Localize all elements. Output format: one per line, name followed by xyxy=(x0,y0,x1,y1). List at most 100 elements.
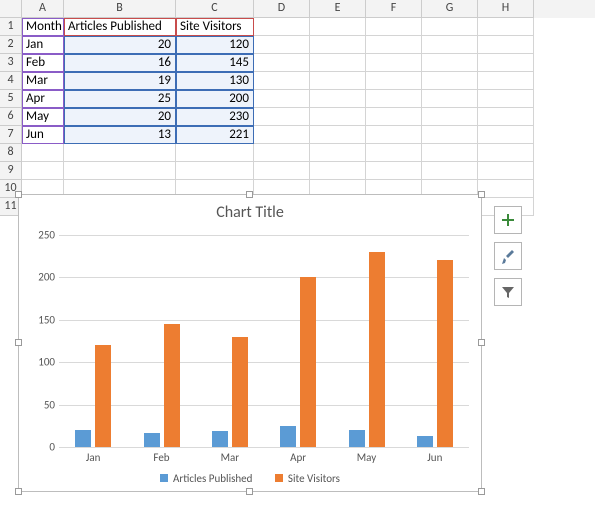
cell-articles[interactable]: 20 xyxy=(64,108,176,126)
cell[interactable] xyxy=(366,90,422,108)
cell[interactable] xyxy=(366,144,422,162)
cell[interactable] xyxy=(422,90,478,108)
row-header[interactable]: 4 xyxy=(0,72,22,90)
cell[interactable] xyxy=(478,72,534,90)
cell[interactable] xyxy=(366,72,422,90)
cell-visitors[interactable]: 230 xyxy=(176,108,254,126)
bar-series1[interactable] xyxy=(280,426,296,447)
cell[interactable] xyxy=(254,108,310,126)
legend-item-2[interactable]: Site Visitors xyxy=(275,472,340,485)
row-header-1[interactable]: 1 xyxy=(0,18,22,36)
col-header-f[interactable]: F xyxy=(366,0,422,18)
cell[interactable] xyxy=(254,126,310,144)
cell[interactable] xyxy=(254,36,310,54)
cell[interactable] xyxy=(254,162,310,180)
cell[interactable] xyxy=(176,162,254,180)
row-header[interactable]: 3 xyxy=(0,54,22,72)
bar-series1[interactable] xyxy=(212,431,228,447)
cell[interactable] xyxy=(366,108,422,126)
col-header-d[interactable]: D xyxy=(254,0,310,18)
row-header[interactable]: 6 xyxy=(0,108,22,126)
bar-series1[interactable] xyxy=(75,430,91,447)
cell[interactable] xyxy=(310,126,366,144)
row-header[interactable]: 7 xyxy=(0,126,22,144)
cell-month[interactable]: Mar xyxy=(22,72,64,90)
col-header-g[interactable]: G xyxy=(422,0,478,18)
chart-object[interactable]: Chart Title 050100150200250 JanFebMarApr… xyxy=(18,194,482,492)
cell-month[interactable]: Jan xyxy=(22,36,64,54)
cell-month-header[interactable]: Month xyxy=(22,18,64,36)
cell-month[interactable]: Jun xyxy=(22,126,64,144)
cell-visitors-header[interactable]: Site Visitors xyxy=(176,18,254,36)
cell[interactable] xyxy=(478,18,534,36)
cell[interactable] xyxy=(478,180,534,198)
row-header[interactable]: 8 xyxy=(0,144,22,162)
cell[interactable] xyxy=(422,54,478,72)
cell[interactable] xyxy=(366,36,422,54)
bar-series2[interactable] xyxy=(164,324,180,447)
cell[interactable] xyxy=(310,36,366,54)
cell[interactable] xyxy=(310,144,366,162)
cell[interactable] xyxy=(422,162,478,180)
bar-series1[interactable] xyxy=(417,436,433,447)
cell-articles[interactable]: 19 xyxy=(64,72,176,90)
cell[interactable] xyxy=(22,162,64,180)
cell-visitors[interactable]: 145 xyxy=(176,54,254,72)
col-header-c[interactable]: C xyxy=(176,0,254,18)
row-header[interactable]: 5 xyxy=(0,90,22,108)
cell-articles[interactable]: 16 xyxy=(64,54,176,72)
chart-filters-button[interactable] xyxy=(494,278,522,306)
cell-visitors[interactable]: 120 xyxy=(176,36,254,54)
chart-legend[interactable]: Articles Published Site Visitors xyxy=(19,472,481,486)
spreadsheet-grid[interactable]: A B C D E F G H 1 Month Articles Publish… xyxy=(0,0,595,200)
cell[interactable] xyxy=(478,144,534,162)
cell-articles[interactable]: 13 xyxy=(64,126,176,144)
row-header[interactable]: 9 xyxy=(0,162,22,180)
cell[interactable] xyxy=(310,18,366,36)
bar-series2[interactable] xyxy=(300,277,316,447)
cell[interactable] xyxy=(366,54,422,72)
cell-visitors[interactable]: 221 xyxy=(176,126,254,144)
cell[interactable] xyxy=(478,54,534,72)
cell[interactable] xyxy=(254,90,310,108)
cell-month[interactable]: Feb xyxy=(22,54,64,72)
cell-articles[interactable]: 25 xyxy=(64,90,176,108)
bar-series2[interactable] xyxy=(437,260,453,447)
cell-visitors[interactable]: 200 xyxy=(176,90,254,108)
cell[interactable] xyxy=(254,18,310,36)
chart-title[interactable]: Chart Title xyxy=(19,203,481,222)
bar-series1[interactable] xyxy=(349,430,365,447)
cell[interactable] xyxy=(64,144,176,162)
cell[interactable] xyxy=(366,126,422,144)
cell[interactable] xyxy=(422,144,478,162)
cell[interactable] xyxy=(310,90,366,108)
select-all-corner[interactable] xyxy=(0,0,22,18)
cell-articles[interactable]: 20 xyxy=(64,36,176,54)
bar-series2[interactable] xyxy=(232,337,248,447)
cell[interactable] xyxy=(478,36,534,54)
cell-month[interactable]: May xyxy=(22,108,64,126)
cell[interactable] xyxy=(422,126,478,144)
cell[interactable] xyxy=(254,144,310,162)
cell[interactable] xyxy=(478,126,534,144)
bar-series2[interactable] xyxy=(369,252,385,447)
cell[interactable] xyxy=(478,90,534,108)
cell[interactable] xyxy=(366,162,422,180)
cell[interactable] xyxy=(254,72,310,90)
cell[interactable] xyxy=(366,18,422,36)
cell[interactable] xyxy=(422,18,478,36)
row-header[interactable]: 2 xyxy=(0,36,22,54)
cell[interactable] xyxy=(176,144,254,162)
bar-series2[interactable] xyxy=(95,345,111,447)
bar-series1[interactable] xyxy=(144,433,160,447)
legend-item-1[interactable]: Articles Published xyxy=(160,472,252,485)
cell[interactable] xyxy=(310,72,366,90)
col-header-b[interactable]: B xyxy=(64,0,176,18)
chart-elements-button[interactable] xyxy=(494,206,522,234)
col-header-h[interactable]: H xyxy=(478,0,534,18)
cell-articles-header[interactable]: Articles Published xyxy=(64,18,176,36)
cell[interactable] xyxy=(310,108,366,126)
chart-styles-button[interactable] xyxy=(494,242,522,270)
plot-area[interactable]: 050100150200250 JanFebMarAprMayJun xyxy=(59,235,469,447)
cell[interactable] xyxy=(422,36,478,54)
